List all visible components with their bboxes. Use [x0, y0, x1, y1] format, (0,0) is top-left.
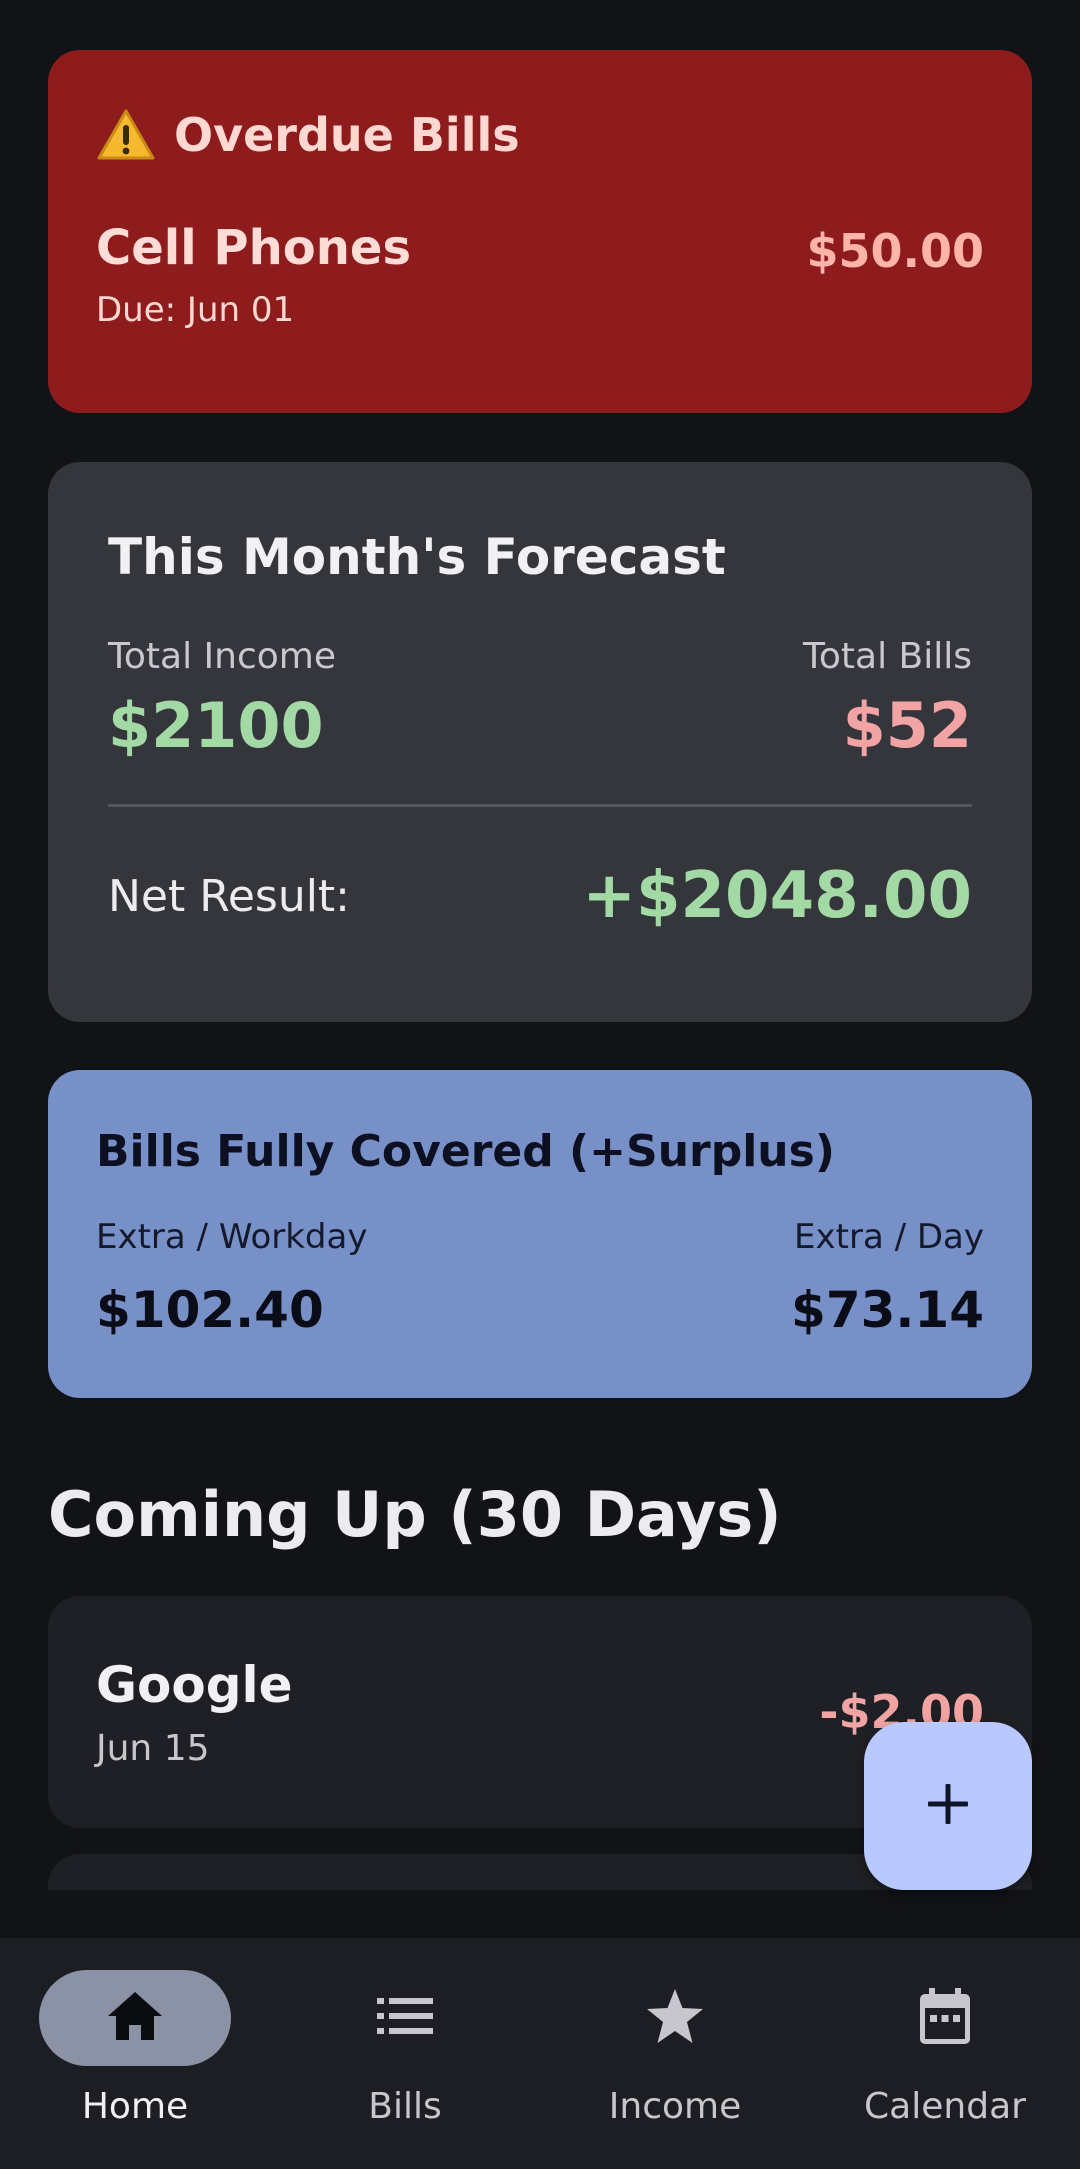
overdue-header: Overdue Bills: [96, 108, 984, 162]
overdue-title: Overdue Bills: [174, 108, 520, 162]
nav-item-bills[interactable]: Bills: [270, 1938, 540, 2169]
dashboard-scroll-area[interactable]: Overdue Bills Cell Phones Due: Jun 01 $5…: [0, 0, 1080, 1890]
nav-label-calendar: Calendar: [864, 2086, 1026, 2127]
forecast-title: This Month's Forecast: [108, 528, 726, 586]
nav-label-home: Home: [81, 2086, 189, 2127]
total-bills-label: Total Bills: [803, 636, 972, 677]
bills-covered-card: Bills Fully Covered (+Surplus) Extra / W…: [48, 1070, 1032, 1398]
coming-up-title: Coming Up (30 Days): [48, 1478, 782, 1551]
monthly-forecast-card: This Month's Forecast Total Income $2100…: [48, 462, 1032, 1022]
extra-day-group: Extra / Day $73.14: [791, 1217, 984, 1339]
star-icon: [645, 1987, 705, 2049]
net-result-label: Net Result:: [108, 870, 350, 922]
extra-workday-value: $102.40: [96, 1281, 324, 1339]
total-income-group: Total Income $2100: [108, 636, 336, 762]
nav-indicator: [39, 1970, 231, 2066]
nav-label-bills: Bills: [368, 2086, 442, 2127]
extra-workday-group: Extra / Workday $102.40: [96, 1217, 367, 1339]
calendar-icon: [917, 1986, 973, 2050]
plus-icon: [924, 1780, 972, 1832]
bottom-navigation: Home Bills Income Calendar: [0, 1938, 1080, 2169]
net-result-row: Net Result: +$2048.00: [108, 859, 972, 933]
home-icon: [105, 1989, 165, 2047]
nav-item-income[interactable]: Income: [540, 1938, 810, 2169]
overdue-bills-card: Overdue Bills Cell Phones Due: Jun 01 $5…: [48, 50, 1032, 413]
extra-day-value: $73.14: [791, 1281, 984, 1339]
list-icon: [375, 1994, 435, 2042]
extra-workday-label: Extra / Workday: [96, 1217, 368, 1257]
warning-icon: [96, 108, 156, 162]
extra-day-label: Extra / Day: [794, 1217, 984, 1257]
nav-label-income: Income: [608, 2086, 742, 2127]
covered-title: Bills Fully Covered (+Surplus): [96, 1126, 835, 1177]
net-result-value: +$2048.00: [582, 859, 972, 933]
total-bills-value: $52: [842, 689, 972, 762]
add-button[interactable]: [864, 1722, 1032, 1890]
nav-item-calendar[interactable]: Calendar: [810, 1938, 1080, 2169]
upcoming-item-date: Jun 15: [96, 1727, 210, 1769]
forecast-totals: Total Income $2100 Total Bills $52: [108, 636, 972, 762]
overdue-bill-due-date: Due: Jun 01: [96, 290, 295, 330]
covered-extras: Extra / Workday $102.40 Extra / Day $73.…: [96, 1217, 984, 1339]
app-screen: Overdue Bills Cell Phones Due: Jun 01 $5…: [0, 0, 1080, 2169]
upcoming-item-name: Google: [96, 1655, 293, 1714]
total-bills-group: Total Bills $52: [803, 636, 972, 762]
total-income-label: Total Income: [108, 636, 336, 677]
forecast-divider: [108, 804, 972, 807]
nav-item-home[interactable]: Home: [0, 1938, 270, 2169]
overdue-bill-row[interactable]: Cell Phones Due: Jun 01 $50.00: [96, 220, 984, 330]
overdue-bill-name: Cell Phones: [96, 220, 412, 276]
overdue-bill-amount: $50.00: [806, 224, 984, 278]
total-income-value: $2100: [108, 689, 324, 762]
